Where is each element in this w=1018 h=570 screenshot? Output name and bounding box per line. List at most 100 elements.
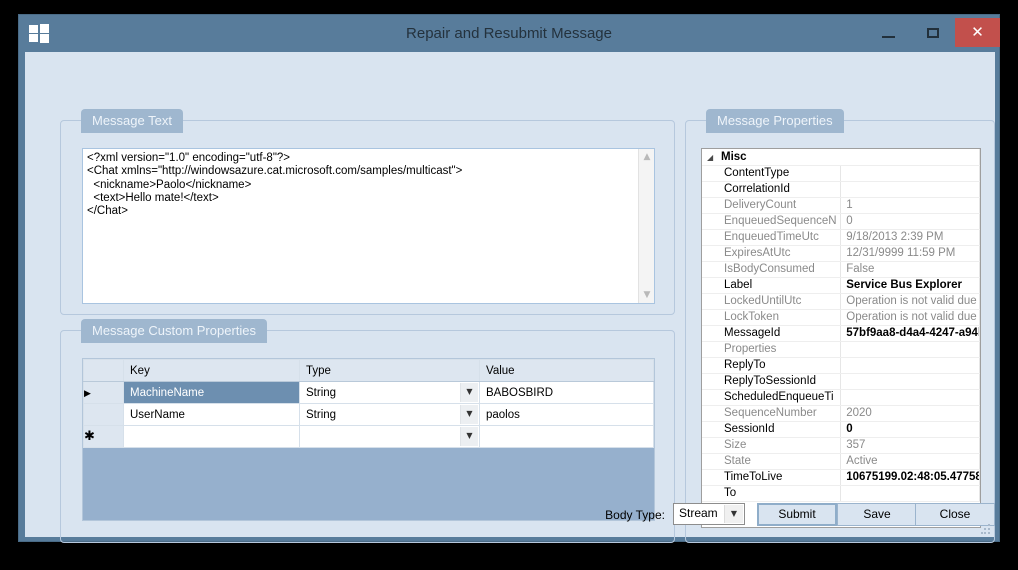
property-row[interactable]: IsBodyConsumed False <box>702 261 980 278</box>
column-header-type[interactable]: Type <box>299 359 480 382</box>
table-row[interactable]: ▶ MachineName String ▼ BABOSBIRD <box>83 381 654 404</box>
property-value[interactable]: 9/18/2013 2:39 PM <box>840 229 980 246</box>
property-row[interactable]: LockTokenOperation is not valid due to t… <box>702 309 980 326</box>
property-category-row[interactable]: ◢ Misc <box>702 149 980 166</box>
property-name[interactable]: State <box>702 453 842 470</box>
property-name[interactable]: Properties <box>702 341 842 358</box>
message-text-editor[interactable]: <?xml version="1.0" encoding="utf-8"?> <… <box>82 148 655 304</box>
property-value[interactable]: False <box>840 261 980 278</box>
property-value[interactable] <box>840 357 980 374</box>
cell-key[interactable] <box>123 425 300 448</box>
cell-type[interactable]: String ▼ <box>299 403 480 426</box>
cell-type[interactable]: ▼ <box>299 425 480 448</box>
close-button[interactable]: Close <box>915 503 995 526</box>
table-row-new[interactable]: ✱ ▼ <box>83 425 654 448</box>
row-marker[interactable]: ▶ <box>83 381 124 404</box>
property-value[interactable] <box>840 165 980 182</box>
chevron-down-icon[interactable]: ▼ <box>460 383 478 402</box>
property-value[interactable]: 357 <box>840 437 980 454</box>
property-row[interactable]: EnqueuedSequenceN 0 <box>702 213 980 230</box>
message-text-content[interactable]: <?xml version="1.0" encoding="utf-8"?> <… <box>83 149 637 303</box>
property-row[interactable]: EnqueuedTimeUtc 9/18/2013 2:39 PM <box>702 229 980 246</box>
property-value[interactable]: 12/31/9999 11:59 PM <box>840 245 980 262</box>
property-value[interactable]: Operation is not valid due to the <box>840 309 980 326</box>
property-name[interactable]: SessionId <box>702 421 842 438</box>
property-row[interactable]: TimeToLive 10675199.02:48:05.47758 <box>702 469 980 486</box>
property-value[interactable]: Service Bus Explorer <box>840 277 980 294</box>
chevron-down-icon[interactable]: ▼ <box>460 427 478 446</box>
property-name[interactable]: ScheduledEnqueueTi <box>702 389 842 406</box>
property-value[interactable]: 1 <box>840 197 980 214</box>
property-name[interactable]: ReplyTo <box>702 357 842 374</box>
property-value[interactable]: 2020 <box>840 405 980 422</box>
property-name[interactable]: CorrelationId <box>702 181 842 198</box>
row-marker[interactable] <box>83 403 124 426</box>
cell-key[interactable]: MachineName <box>123 381 300 404</box>
property-row[interactable]: MessageId 57bf9aa8-d4a4-4247-a94b <box>702 325 980 342</box>
property-value[interactable] <box>840 389 980 406</box>
property-name[interactable]: ContentType <box>702 165 842 182</box>
table-row[interactable]: UserName String ▼ paolos <box>83 403 654 426</box>
chevron-down-icon[interactable]: ▼ <box>724 505 743 523</box>
property-category-cell[interactable]: ◢ Misc <box>702 149 980 166</box>
property-name[interactable]: LockedUntilUtc <box>702 293 842 310</box>
collapse-icon[interactable]: ◢ <box>707 153 721 162</box>
close-window-button[interactable]: ✕ <box>955 18 1000 47</box>
property-name[interactable]: LockToken <box>702 309 842 326</box>
save-button[interactable]: Save <box>837 503 917 526</box>
property-name[interactable]: TimeToLive <box>702 469 842 486</box>
chevron-down-icon[interactable]: ▼ <box>460 405 478 424</box>
property-value[interactable] <box>840 373 980 390</box>
property-value[interactable]: 57bf9aa8-d4a4-4247-a94b <box>840 325 980 342</box>
property-row[interactable]: ExpiresAtUtc 12/31/9999 11:59 PM <box>702 245 980 262</box>
row-marker[interactable]: ✱ <box>83 425 124 448</box>
property-value[interactable] <box>840 181 980 198</box>
property-name[interactable]: MessageId <box>702 325 842 342</box>
property-value[interactable]: 0 <box>840 421 980 438</box>
message-properties-grid[interactable]: ◢ Misc ContentType CorrelationId DeliveryCo… <box>701 148 981 528</box>
property-row[interactable]: Label Service Bus Explorer <box>702 277 980 294</box>
property-row[interactable]: Size 357 <box>702 437 980 454</box>
property-name[interactable]: IsBodyConsumed <box>702 261 842 278</box>
submit-button[interactable]: Submit <box>757 503 837 526</box>
scroll-up-icon[interactable]: ▲ <box>639 149 654 165</box>
property-row[interactable]: DeliveryCount 1 <box>702 197 980 214</box>
property-row[interactable]: SequenceNumber 2020 <box>702 405 980 422</box>
cell-key[interactable]: UserName <box>123 403 300 426</box>
property-name[interactable]: ExpiresAtUtc <box>702 245 842 262</box>
cell-value[interactable] <box>479 425 654 448</box>
column-header-value[interactable]: Value <box>479 359 654 382</box>
minimize-button[interactable] <box>867 18 911 47</box>
property-name[interactable]: ReplyToSessionId <box>702 373 842 390</box>
property-value[interactable] <box>840 341 980 358</box>
property-name[interactable]: EnqueuedSequenceN <box>702 213 842 230</box>
property-name[interactable]: Label <box>702 277 842 294</box>
property-name[interactable]: Size <box>702 437 842 454</box>
scroll-down-icon[interactable]: ▼ <box>639 287 654 303</box>
cell-value[interactable]: BABOSBIRD <box>479 381 654 404</box>
property-name[interactable]: DeliveryCount <box>702 197 842 214</box>
cell-value[interactable]: paolos <box>479 403 654 426</box>
property-row[interactable]: State Active <box>702 453 980 470</box>
property-row[interactable]: LockedUntilUtc Operation is not valid due… <box>702 293 980 310</box>
property-name[interactable]: EnqueuedTimeUtc <box>702 229 842 246</box>
property-row[interactable]: CorrelationId <box>702 181 980 198</box>
property-row[interactable]: ScheduledEnqueueTi <box>702 389 980 406</box>
column-header-rowmark[interactable] <box>83 359 124 382</box>
message-text-scrollbar[interactable]: ▲ ▼ <box>638 149 654 303</box>
resize-grip-icon[interactable] <box>981 524 991 534</box>
property-row[interactable]: ReplyTo <box>702 357 980 374</box>
body-type-dropdown[interactable]: Stream ▼ <box>673 503 745 525</box>
maximize-button[interactable] <box>911 18 955 47</box>
property-value[interactable]: 10675199.02:48:05.47758 <box>840 469 980 486</box>
property-value[interactable]: Active <box>840 453 980 470</box>
cell-type[interactable]: String ▼ <box>299 381 480 404</box>
property-value[interactable]: 0 <box>840 213 980 230</box>
property-row[interactable]: ReplyToSessionId <box>702 373 980 390</box>
column-header-key[interactable]: Key <box>123 359 300 382</box>
property-value[interactable]: Operation is not valid due to the <box>840 293 980 310</box>
property-row[interactable]: ContentType <box>702 165 980 182</box>
property-row[interactable]: SessionId 0 <box>702 421 980 438</box>
property-row[interactable]: Properties <box>702 341 980 358</box>
property-name[interactable]: SequenceNumber <box>702 405 842 422</box>
